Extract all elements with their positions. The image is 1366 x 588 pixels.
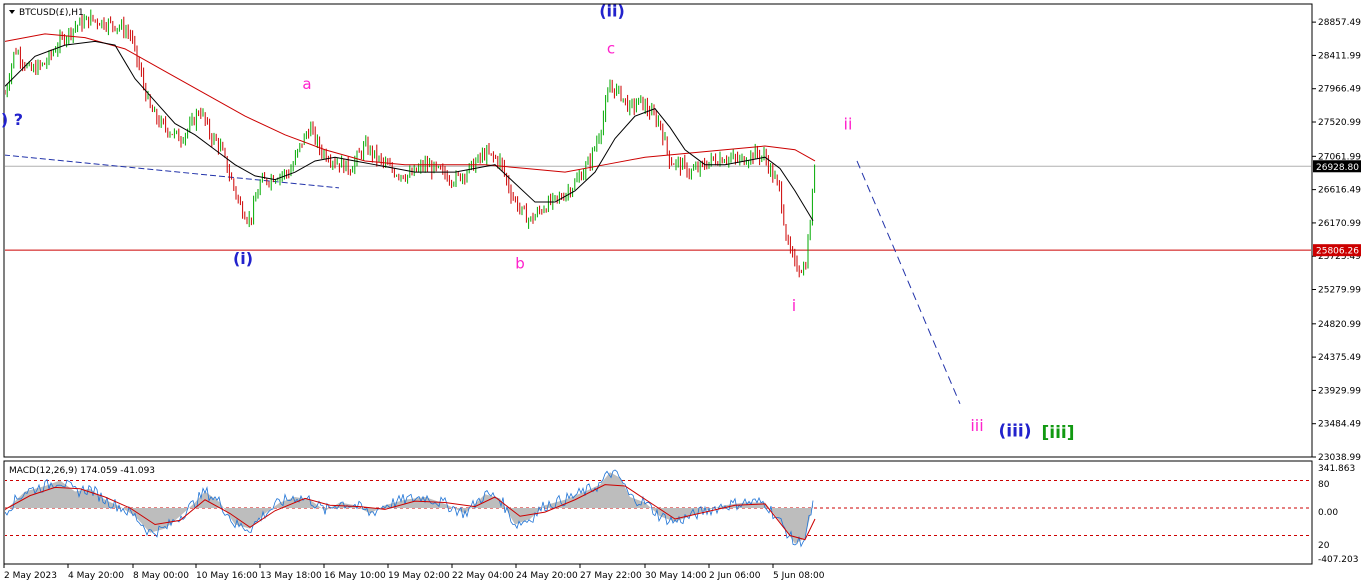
- time-axis: 2 May 2023 4 May 20:00 8 May 00:00 10 May 1…: [3, 564, 825, 581]
- price-tick-label: 24820.99: [1318, 320, 1361, 330]
- price-tick-label: 24375.49: [1318, 353, 1361, 363]
- time-tick-label: 30 May 14:00: [645, 571, 707, 581]
- time-tick-label: 13 May 18:00: [260, 571, 322, 581]
- wave-label: [iii]: [1041, 423, 1074, 443]
- wave-label: ii: [844, 115, 853, 134]
- wave-label: (iii): [998, 422, 1031, 442]
- time-tick-label: 2 Jun 06:00: [709, 571, 761, 581]
- wave-label: iii: [970, 416, 983, 435]
- time-tick-label: 22 May 04:00: [452, 571, 514, 581]
- price-chart[interactable]: 28857.4928411.9927966.4927520.9927061.99…: [0, 0, 1366, 588]
- wave-label: c: [607, 39, 615, 57]
- macd-axis: 341.863 80 0.00 20 -407.203: [1318, 464, 1358, 565]
- time-tick-label: 27 May 22:00: [580, 571, 642, 581]
- price-tick-label: 23929.99: [1318, 386, 1361, 396]
- time-tick-label: 8 May 00:00: [133, 571, 189, 581]
- macd-tick-label: -407.203: [1318, 555, 1358, 565]
- price-axis: 28857.4928411.9927966.4927520.9927061.99…: [1312, 18, 1361, 463]
- main-panel-frame: [3, 3, 1313, 458]
- price-tick-label: 27520.99: [1318, 118, 1361, 128]
- wave-label: b: [515, 255, 525, 273]
- price-tick-label: 23484.49: [1318, 420, 1361, 430]
- price-tick-label: 28411.99: [1318, 51, 1361, 61]
- wave-label: (i): [233, 249, 253, 268]
- current-price-label: 26928.80: [1316, 163, 1359, 173]
- wave-label: (ii): [599, 2, 625, 21]
- time-tick-label: 24 May 20:00: [516, 571, 578, 581]
- macd-tick-label: 341.863: [1318, 464, 1355, 474]
- symbol-header[interactable]: BTCUSD(£),H1: [9, 8, 84, 18]
- time-tick-label: 5 Jun 08:00: [773, 571, 825, 581]
- symbol-label: BTCUSD(£),H1: [19, 8, 84, 18]
- wave-label: a: [302, 75, 311, 93]
- macd-tick-label: 0.00: [1318, 508, 1338, 518]
- wave-label: i: [792, 296, 796, 315]
- price-tick-label: 28857.49: [1318, 18, 1361, 28]
- price-tick-label: 26170.99: [1318, 219, 1361, 229]
- support-price-label: 25806.26: [1316, 247, 1359, 257]
- time-tick-label: 4 May 20:00: [68, 571, 124, 581]
- wave-label: ) ?: [1, 110, 23, 129]
- price-tick-label: 26616.49: [1318, 186, 1361, 196]
- macd-tick-label: 20: [1318, 541, 1330, 551]
- price-tick-label: 27966.49: [1318, 85, 1361, 95]
- price-tick-label: 25279.99: [1318, 286, 1361, 296]
- macd-tick-label: 80: [1318, 480, 1330, 490]
- time-tick-label: 19 May 02:00: [388, 571, 450, 581]
- time-tick-label: 10 May 16:00: [196, 571, 258, 581]
- time-tick-label: 16 May 10:00: [324, 571, 386, 581]
- time-tick-label: 2 May 2023: [4, 571, 57, 581]
- macd-title: MACD(12,26,9) 174.059 -41.093: [9, 466, 155, 476]
- price-tick-label: 23038.99: [1318, 453, 1361, 463]
